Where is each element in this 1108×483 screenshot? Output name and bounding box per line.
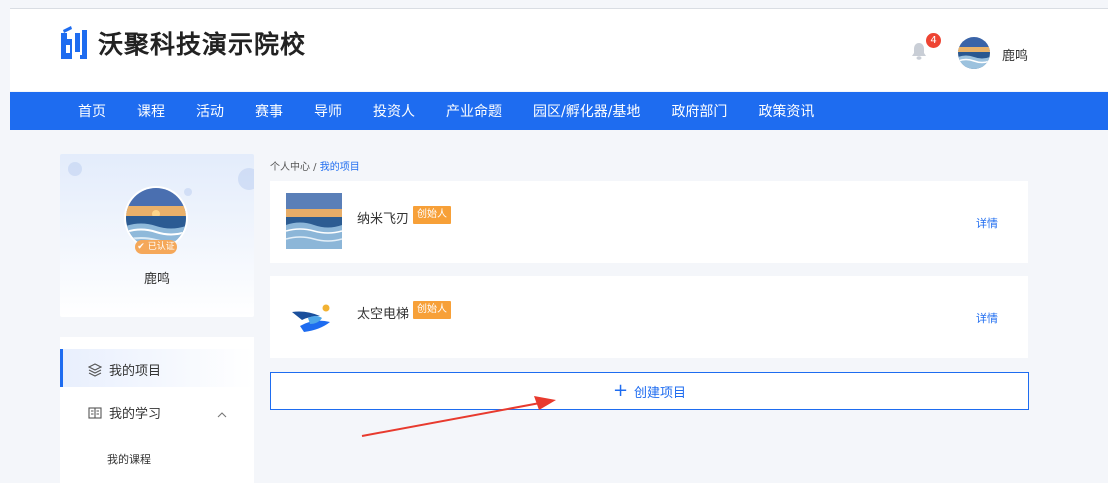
sidebar-subitem-my-courses[interactable]: 我的课程 — [107, 451, 151, 467]
project-card: 太空电梯 创始人 详情 — [270, 276, 1028, 358]
header-username[interactable]: 鹿鸣 — [1002, 45, 1028, 64]
verified-badge: ✔ 已认证 — [135, 240, 177, 254]
nav-item-investors[interactable]: 投资人 — [373, 101, 415, 121]
sidebar-menu: 我的项目 我的学习 我的课程 — [60, 337, 254, 483]
project-card: 纳米飞刃 创始人 详情 — [270, 181, 1028, 263]
sidebar-item-label: 我的学习 — [109, 407, 162, 422]
profile-name: 鹿鸣 — [143, 272, 170, 287]
notification-count-badge: 4 — [926, 33, 941, 48]
nav-item-courses[interactable]: 课程 — [137, 101, 165, 121]
breadcrumb-root[interactable]: 个人中心 — [270, 162, 310, 173]
layers-icon — [87, 362, 103, 377]
sidebar-item-my-learning[interactable]: 我的学习 — [88, 403, 161, 422]
nav-item-competitions[interactable]: 赛事 — [255, 101, 283, 121]
profile-avatar[interactable] — [126, 188, 186, 248]
verified-check-icon: ✔ — [137, 242, 145, 252]
nav-item-mentors[interactable]: 导师 — [314, 101, 342, 121]
nav-item-parks-incubators[interactable]: 园区/孵化器/基地 — [533, 101, 640, 121]
logo-icon — [58, 25, 88, 61]
sidebar-item-label: 我的项目 — [109, 364, 162, 379]
decor-bubble — [184, 188, 192, 196]
create-project-button[interactable]: + 创建项目 — [270, 372, 1029, 410]
project-name[interactable]: 纳米飞刃 — [357, 208, 409, 227]
sidebar-item-my-projects[interactable]: 我的项目 — [87, 360, 162, 379]
breadcrumb-separator: / — [310, 162, 320, 173]
nav-item-activities[interactable]: 活动 — [196, 101, 224, 121]
role-tag: 创始人 — [413, 301, 451, 319]
role-tag: 创始人 — [413, 206, 451, 224]
nav-item-policy-news[interactable]: 政策资讯 — [758, 101, 814, 121]
site-header: 沃聚科技演示院校 4 鹿鸣 — [10, 9, 1108, 91]
book-icon — [88, 406, 102, 420]
breadcrumb: 个人中心 / 我的项目 — [270, 158, 360, 173]
nav-item-industry-topics[interactable]: 产业命题 — [446, 101, 502, 121]
chevron-up-icon[interactable] — [217, 409, 227, 419]
nav-item-home[interactable]: 首页 — [78, 101, 106, 121]
site-logo[interactable]: 沃聚科技演示院校 — [58, 25, 306, 61]
main-nav: 首页 课程 活动 赛事 导师 投资人 产业命题 园区/孵化器/基地 政府部门 政… — [10, 92, 1108, 130]
menu-active-indicator — [60, 349, 63, 387]
breadcrumb-current: 我的项目 — [319, 162, 360, 173]
project-thumbnail[interactable] — [286, 193, 342, 249]
user-avatar[interactable] — [958, 37, 990, 69]
project-thumbnail[interactable] — [286, 288, 342, 344]
profile-card: ✔ 已认证 鹿鸣 — [60, 154, 254, 317]
site-name: 沃聚科技演示院校 — [98, 30, 307, 59]
project-detail-link[interactable]: 详情 — [976, 310, 998, 326]
project-detail-link[interactable]: 详情 — [976, 215, 998, 231]
notification-bell-icon[interactable] — [910, 41, 928, 61]
decor-bubble — [238, 168, 254, 190]
create-project-label: 创建项目 — [634, 385, 687, 401]
plus-icon: + — [612, 380, 629, 401]
decor-bubble — [68, 162, 82, 176]
nav-item-government[interactable]: 政府部门 — [671, 101, 727, 121]
project-name[interactable]: 太空电梯 — [357, 303, 409, 322]
